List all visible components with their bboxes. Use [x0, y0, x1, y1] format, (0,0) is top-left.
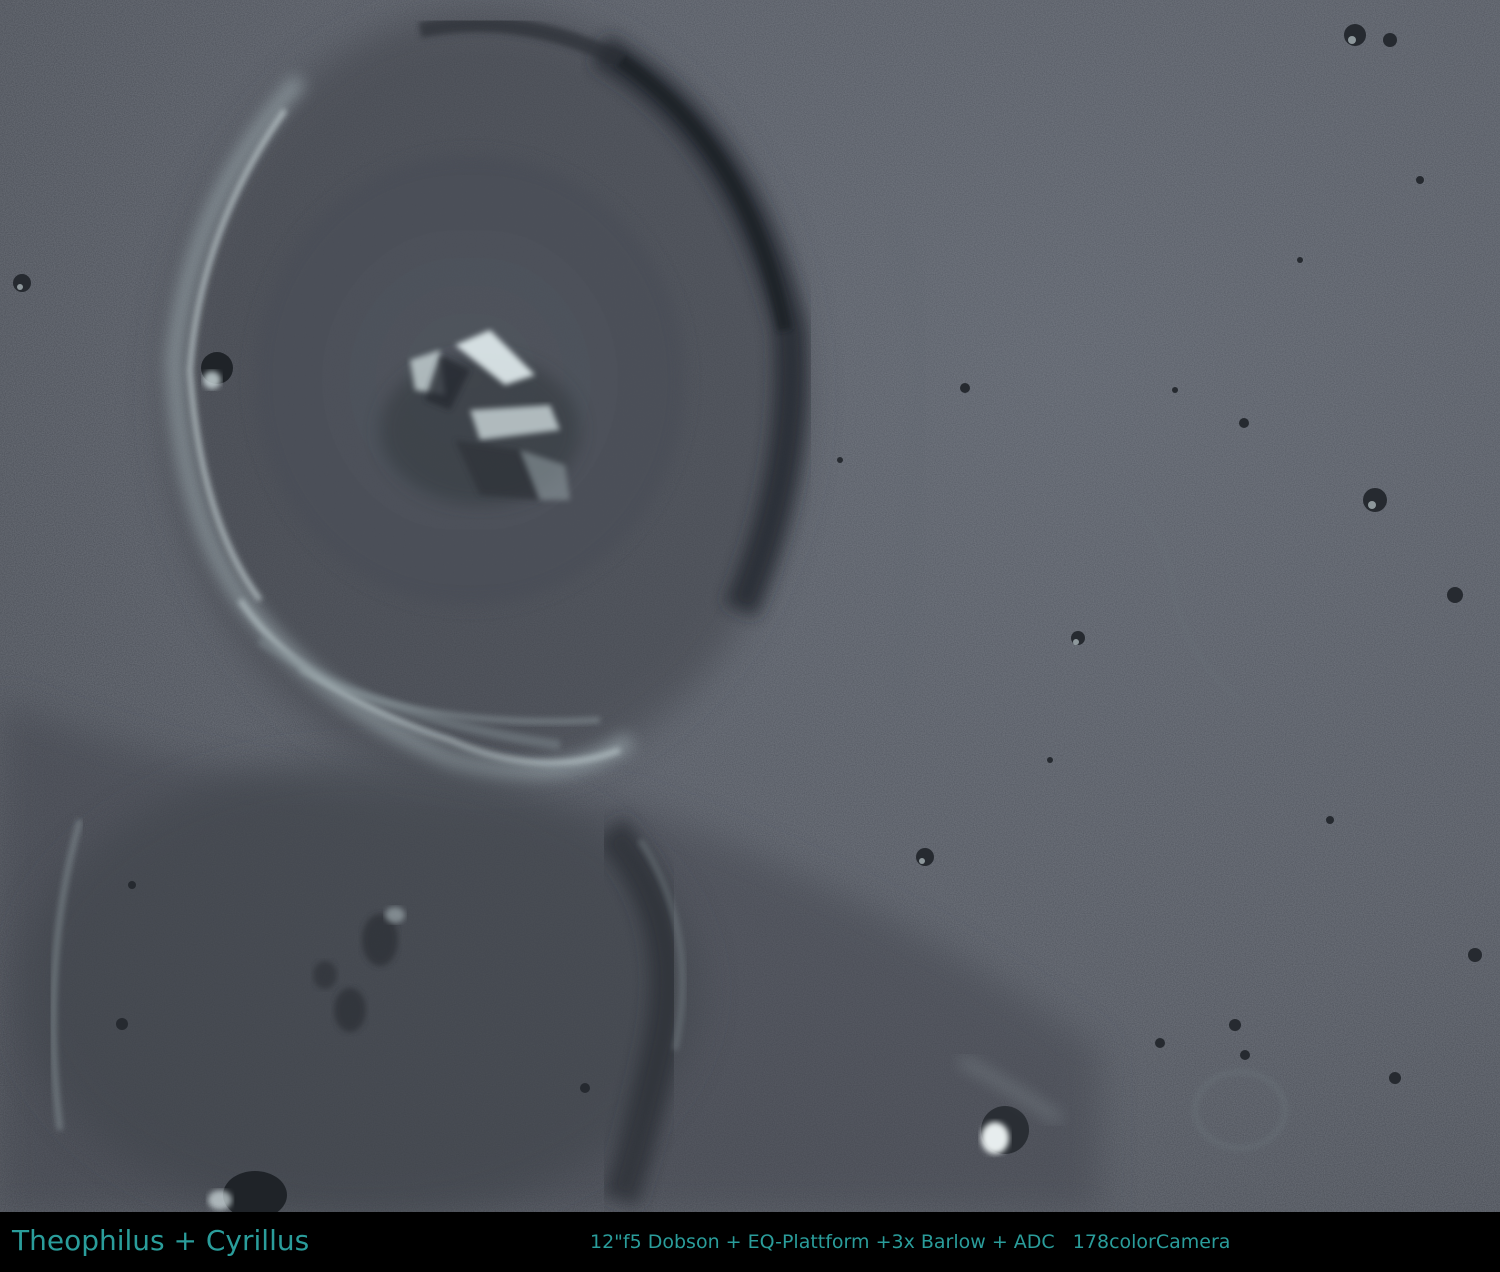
theophilus-crater	[165, 10, 809, 780]
image-title: Theophilus + Cyrillus	[12, 1224, 310, 1257]
cyrillus-crater	[20, 760, 700, 1212]
equipment-caption: 12"f5 Dobson + EQ-Plattform +3x Barlow +…	[590, 1231, 1231, 1253]
caption-bar: Theophilus + Cyrillus 12"f5 Dobson + EQ-…	[0, 1212, 1500, 1272]
lunar-surface-photo	[0, 0, 1500, 1212]
